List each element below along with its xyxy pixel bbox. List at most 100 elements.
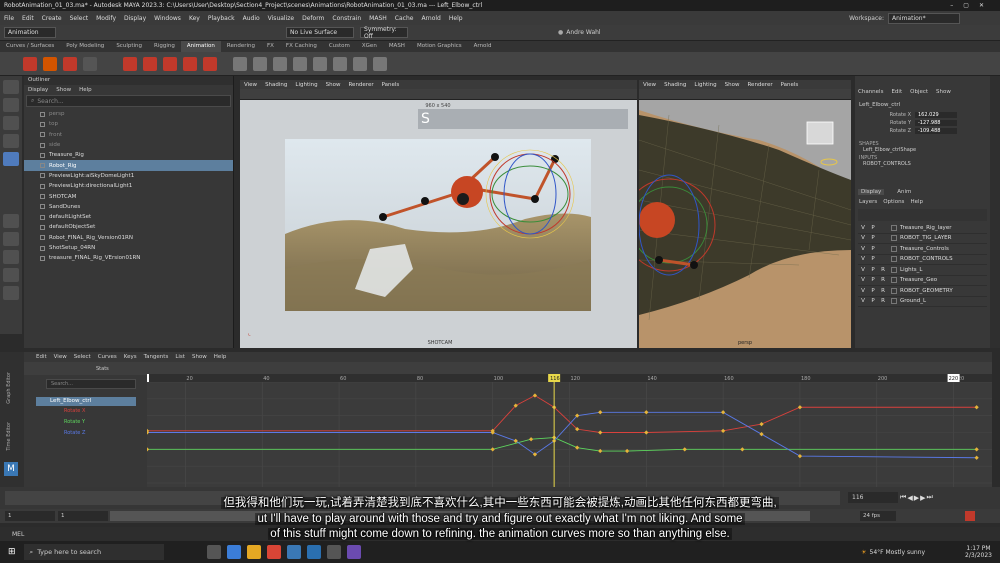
taskbar-search[interactable]: ⌕ Type here to search xyxy=(23,544,164,560)
shelf-tab[interactable]: Curves / Surfaces xyxy=(0,41,60,52)
viewport-persp[interactable]: View Shading Lighting Show Renderer Panels pe… xyxy=(639,80,851,348)
graph-search[interactable]: Search... xyxy=(46,379,136,389)
outliner-item[interactable]: ShotSetup_04RN xyxy=(24,243,233,253)
select-tool-icon[interactable] xyxy=(3,80,19,94)
shape-name[interactable]: Left_Elbow_ctrlShape xyxy=(855,147,990,153)
viewport-shotcam[interactable]: View Shading Lighting Show Renderer Panels 96… xyxy=(240,80,637,348)
outliner-item[interactable]: defaultObjectSet xyxy=(24,222,233,232)
side-by-side-icon[interactable] xyxy=(3,250,19,264)
shelf-tab[interactable]: Sculpting xyxy=(110,41,148,52)
time-editor-vertical-label[interactable]: Time Editor xyxy=(6,422,12,451)
layer-visibility[interactable]: V xyxy=(858,267,868,273)
layer-visibility[interactable]: V xyxy=(858,298,868,304)
maya-task-icon[interactable] xyxy=(286,545,301,559)
move-tool-icon[interactable] xyxy=(3,134,19,148)
ghost-icon[interactable] xyxy=(333,56,347,71)
menu-item[interactable]: Visualize xyxy=(268,15,294,22)
live-surface-field[interactable]: No Live Surface xyxy=(286,27,354,38)
graph-menu-item[interactable]: View xyxy=(54,354,67,360)
expand-icon[interactable] xyxy=(40,255,45,261)
viewcube[interactable] xyxy=(806,121,834,145)
viewport-menu-item[interactable]: Show xyxy=(725,82,740,88)
menu-item[interactable]: Edit xyxy=(22,15,34,22)
outliner-item[interactable]: front xyxy=(24,130,233,140)
shelf-tab[interactable]: Rigging xyxy=(148,41,181,52)
channel-menu-item[interactable]: Show xyxy=(936,89,951,95)
channel-menu-item[interactable]: Edit xyxy=(891,89,902,95)
layer-visibility[interactable]: V xyxy=(858,246,868,252)
symmetry-dropdown[interactable]: Symmetry: Off xyxy=(360,26,408,40)
graph-menu-item[interactable]: Show xyxy=(192,354,207,360)
premiere-icon[interactable] xyxy=(346,545,361,559)
input-name[interactable]: ROBOT_CONTROLS xyxy=(855,161,990,167)
expand-icon[interactable] xyxy=(40,214,45,220)
layer-visibility[interactable]: V xyxy=(858,277,868,283)
playblast-icon[interactable] xyxy=(293,56,307,71)
menu-item[interactable]: Cache xyxy=(395,15,414,22)
layer-row[interactable]: V P R Lights_L xyxy=(858,265,987,276)
attribute-editor-tab-strip[interactable] xyxy=(990,76,1000,348)
outliner-search[interactable]: ⌕ Search... xyxy=(26,95,231,107)
outliner-item[interactable]: side xyxy=(24,140,233,150)
shelf-tab[interactable]: Rendering xyxy=(221,41,261,52)
layer-tab[interactable]: Anim xyxy=(894,189,914,195)
viewport-menu-item[interactable]: Renderer xyxy=(348,82,373,88)
graph-plot[interactable]: 204060801001201401601802002203002001000-… xyxy=(147,374,992,487)
expand-icon[interactable] xyxy=(40,121,45,127)
layer-visibility[interactable]: V xyxy=(858,225,868,231)
channel-value[interactable]: -127.988 xyxy=(915,120,957,126)
layer-reference[interactable]: R xyxy=(878,267,888,273)
layer-playback[interactable]: P xyxy=(868,256,878,262)
layer-playback[interactable]: P xyxy=(868,246,878,252)
expand-icon[interactable] xyxy=(40,224,45,230)
bake-icon[interactable] xyxy=(373,56,387,71)
chrome-icon[interactable] xyxy=(266,545,281,559)
clock[interactable]: 1:17 PM 2/3/2023 xyxy=(965,545,992,559)
viewport-menu-item[interactable]: Panels xyxy=(781,82,799,88)
menu-item[interactable]: Create xyxy=(42,15,62,22)
motion-trail-icon[interactable] xyxy=(313,56,327,71)
shelf-tab[interactable]: FX Caching xyxy=(280,41,323,52)
photoshop-icon[interactable] xyxy=(306,545,321,559)
outliner-menu-item[interactable]: Display xyxy=(28,87,48,93)
layer-row[interactable]: V P Treasure_Controls xyxy=(858,244,987,255)
layer-row[interactable]: V P R ROBOT_GEOMETRY xyxy=(858,286,987,297)
menu-item[interactable]: File xyxy=(4,15,14,22)
channel-row[interactable]: Rotate Y -127.988 xyxy=(855,119,990,127)
shelf-tab[interactable]: XGen xyxy=(356,41,383,52)
breakdown-icon[interactable] xyxy=(43,56,57,71)
edge-icon[interactable] xyxy=(226,545,241,559)
menu-item[interactable]: Deform xyxy=(302,15,324,22)
graph-menu-item[interactable]: Edit xyxy=(36,354,47,360)
layer-visibility[interactable]: V xyxy=(858,235,868,241)
menu-item[interactable]: Arnold xyxy=(421,15,440,22)
expand-icon[interactable] xyxy=(40,194,45,200)
outliner-item[interactable]: PreviewLight:directionalLight1 xyxy=(24,181,233,191)
ghost-options-icon[interactable] xyxy=(353,56,367,71)
outliner-menu-item[interactable]: Show xyxy=(56,87,71,93)
layer-row[interactable]: V P ROBOT_CONTROLS xyxy=(858,255,987,265)
window-controls[interactable]: –▢✕ xyxy=(950,2,994,9)
menu-item[interactable]: Key xyxy=(189,15,200,22)
layer-playback[interactable]: P xyxy=(868,298,878,304)
menu-item[interactable]: Select xyxy=(70,15,89,22)
expand-icon[interactable] xyxy=(40,111,45,117)
menu-item[interactable]: Windows xyxy=(154,15,181,22)
graph-menu-item[interactable]: Help xyxy=(214,354,227,360)
outliner-item[interactable]: SandDunes xyxy=(24,202,233,212)
layer-reference[interactable]: R xyxy=(878,298,888,304)
menu-item[interactable]: Constrain xyxy=(332,15,361,22)
layer-row[interactable]: V P R Treasure_Geo xyxy=(858,276,987,286)
set-key-icon[interactable] xyxy=(63,56,77,71)
curve-list-item[interactable]: Rotate Z xyxy=(64,430,85,441)
layer-playback[interactable]: P xyxy=(868,277,878,283)
layer-reference[interactable]: R xyxy=(878,288,888,294)
shelf-tab[interactable]: FX xyxy=(261,41,280,52)
rotate-tool-icon[interactable] xyxy=(3,152,19,166)
graph-menu-item[interactable]: Curves xyxy=(98,354,117,360)
menu-item[interactable]: MASH xyxy=(369,15,387,22)
viewport-menu-item[interactable]: Lighting xyxy=(295,82,317,88)
expand-icon[interactable] xyxy=(40,245,45,251)
shelf-tab[interactable]: MASH xyxy=(383,41,411,52)
viewport-menu-item[interactable]: Show xyxy=(326,82,341,88)
